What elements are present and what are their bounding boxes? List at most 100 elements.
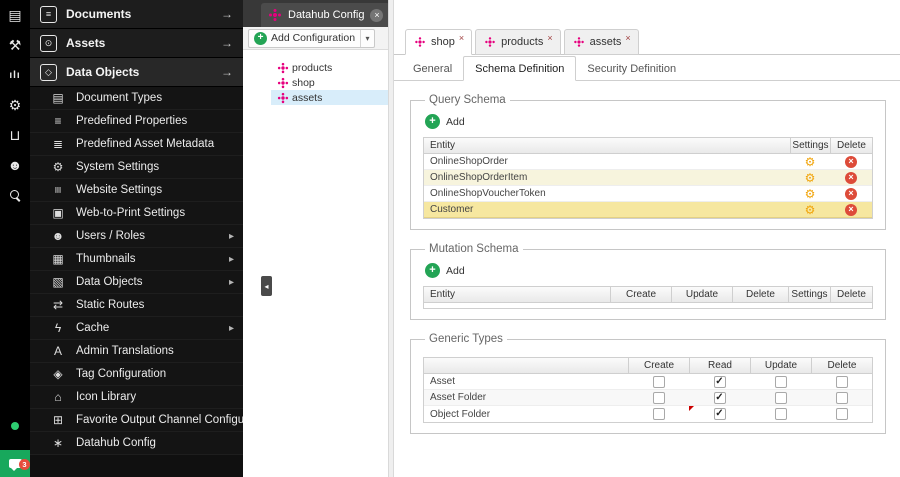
documents-icon[interactable]: ▤: [0, 0, 30, 30]
table-row: Object Folder ✓: [424, 406, 872, 422]
read-checkbox[interactable]: ✓: [713, 408, 726, 420]
reports-icon[interactable]: ılı: [0, 60, 30, 90]
settings-gear-icon[interactable]: ⚙: [805, 156, 816, 168]
delete-checkbox[interactable]: [835, 375, 848, 388]
update-checkbox[interactable]: [774, 375, 787, 388]
column-header-entity[interactable]: Entity: [424, 138, 790, 153]
column-header-delete[interactable]: Delete: [830, 138, 872, 153]
accordion-assets-label: Assets: [66, 36, 106, 50]
collapse-panel-handle[interactable]: ◂: [261, 276, 272, 296]
close-icon[interactable]: ×: [459, 33, 464, 43]
add-configuration-button[interactable]: + Add Configuration ▾: [248, 28, 376, 48]
tree-item-assets[interactable]: assets: [271, 90, 388, 105]
menu-item-web-to-print-settings[interactable]: ▣ Web-to-Print Settings: [30, 202, 243, 225]
tab-assets[interactable]: assets ×: [563, 29, 639, 55]
menu-item-datahub-config[interactable]: ∗ Datahub Config: [30, 432, 243, 455]
datahub-icon: [273, 13, 277, 17]
delete-icon[interactable]: ×: [845, 203, 857, 216]
column-header-delete[interactable]: Delete: [830, 287, 872, 302]
close-icon[interactable]: ×: [370, 8, 384, 22]
settings-gear-icon[interactable]: ⚙: [805, 172, 816, 184]
table-row[interactable]: OnlineShopVoucherToken ⚙ ×: [424, 186, 872, 202]
tools-icon[interactable]: ⚒: [0, 30, 30, 60]
settings-gear-icon[interactable]: ⚙: [805, 188, 816, 200]
delete-icon[interactable]: ×: [845, 171, 857, 184]
tab-products[interactable]: products ×: [475, 29, 561, 55]
type-name-cell: Object Folder: [430, 408, 491, 420]
menu-item-document-types[interactable]: ▤ Document Types: [30, 87, 243, 110]
column-header-read[interactable]: Read: [689, 358, 750, 373]
delete-checkbox[interactable]: [835, 408, 848, 420]
tab-shop[interactable]: shop ×: [405, 29, 473, 55]
column-header-settings[interactable]: Settings: [790, 138, 830, 153]
column-header-create[interactable]: Create: [610, 287, 671, 302]
menu-item-predefined-properties[interactable]: ≡ Predefined Properties: [30, 110, 243, 133]
column-header-entity[interactable]: Entity: [424, 287, 610, 302]
menu-item-favorite-output-channels[interactable]: ⊞ Favorite Output Channel Configurations: [30, 409, 279, 432]
column-header-settings[interactable]: Settings: [788, 287, 830, 302]
mutation-add-button[interactable]: + Add: [425, 263, 485, 278]
tree-item-products[interactable]: products: [271, 60, 388, 75]
menu-item-thumbnails[interactable]: ▦ Thumbnails ▸: [30, 248, 243, 271]
search-icon[interactable]: [0, 180, 30, 210]
menu-item-data-objects[interactable]: ▧ Data Objects ▸: [30, 271, 243, 294]
accordion-documents-label: Documents: [66, 7, 132, 21]
subtab-general[interactable]: General: [402, 56, 463, 81]
query-add-button[interactable]: + Add: [425, 114, 485, 129]
create-checkbox[interactable]: [652, 375, 665, 388]
update-checkbox[interactable]: [774, 391, 787, 404]
plus-icon: +: [425, 263, 440, 278]
plus-icon: +: [425, 114, 440, 129]
delete-icon[interactable]: ×: [845, 155, 857, 168]
create-checkbox[interactable]: [652, 391, 665, 404]
column-header-update[interactable]: Update: [671, 287, 732, 302]
query-schema-grid: Entity Settings Delete OnlineShopOrder ⚙…: [423, 137, 873, 219]
entity-cell: OnlineShopOrder: [430, 156, 508, 167]
menu-item-website-settings[interactable]: ≡ Website Settings: [30, 179, 243, 202]
modified-marker: [689, 406, 694, 411]
delete-checkbox[interactable]: [835, 391, 848, 404]
column-header-delete[interactable]: Delete: [811, 358, 872, 373]
chat-button[interactable]: 3: [0, 450, 30, 477]
settings-icon[interactable]: ⚙: [0, 90, 30, 120]
settings-gear-icon[interactable]: ⚙: [805, 204, 816, 216]
read-checkbox[interactable]: ✓: [713, 375, 726, 388]
table-row[interactable]: OnlineShopOrder ⚙ ×: [424, 154, 872, 170]
column-header-delete[interactable]: Delete: [732, 287, 788, 302]
menu-item-icon-library[interactable]: ⌂ Icon Library: [30, 386, 243, 409]
tree-item-shop[interactable]: shop: [271, 75, 388, 90]
column-header-create[interactable]: Create: [628, 358, 689, 373]
delete-icon[interactable]: ×: [845, 187, 857, 200]
static-routes-icon: ⇄: [52, 298, 64, 312]
menu-item-users-roles[interactable]: ☻ Users / Roles ▸: [30, 225, 243, 248]
app-iconbar: ▤ ⚒ ılı ⚙ ⊔ ☻ 3: [0, 0, 30, 477]
tab-datahub-config[interactable]: Datahub Config ×: [261, 3, 391, 27]
table-row[interactable]: OnlineShopOrderItem ⚙ ×: [424, 170, 872, 186]
configuration-tabbar: shop × products × assets ×: [394, 28, 900, 55]
close-icon[interactable]: ×: [625, 33, 630, 43]
menu-item-static-routes[interactable]: ⇄ Static Routes: [30, 294, 243, 317]
accordion-data-objects[interactable]: ◇ Data Objects →: [30, 58, 243, 87]
menu-item-predefined-asset-metadata[interactable]: ≣ Predefined Asset Metadata: [30, 133, 243, 156]
create-checkbox[interactable]: [652, 408, 665, 420]
ecommerce-icon[interactable]: ⊔: [0, 120, 30, 150]
menu-item-cache[interactable]: ϟ Cache ▸: [30, 317, 243, 340]
update-checkbox[interactable]: [774, 408, 787, 420]
table-row-selected[interactable]: Customer ⚙ ×: [424, 202, 872, 218]
chevron-right-icon: ▸: [228, 253, 234, 265]
column-header-update[interactable]: Update: [750, 358, 811, 373]
accordion-documents[interactable]: ≡ Documents →: [30, 0, 243, 29]
read-checkbox[interactable]: ✓: [713, 391, 726, 404]
users-icon[interactable]: ☻: [0, 150, 30, 180]
menu-item-tag-configuration[interactable]: ◈ Tag Configuration: [30, 363, 243, 386]
documents-section-icon: ≡: [40, 5, 57, 23]
close-icon[interactable]: ×: [547, 33, 552, 43]
menu-item-system-settings[interactable]: ⚙ System Settings: [30, 156, 243, 179]
assets-section-icon: ⊙: [40, 34, 57, 52]
subtab-security-definition[interactable]: Security Definition: [576, 56, 687, 81]
accordion-assets[interactable]: ⊙ Assets →: [30, 29, 243, 58]
chevron-down-icon[interactable]: ▾: [360, 29, 374, 47]
column-header-name[interactable]: [424, 358, 628, 373]
subtab-schema-definition[interactable]: Schema Definition: [463, 56, 577, 81]
menu-item-admin-translations[interactable]: A Admin Translations: [30, 340, 243, 363]
